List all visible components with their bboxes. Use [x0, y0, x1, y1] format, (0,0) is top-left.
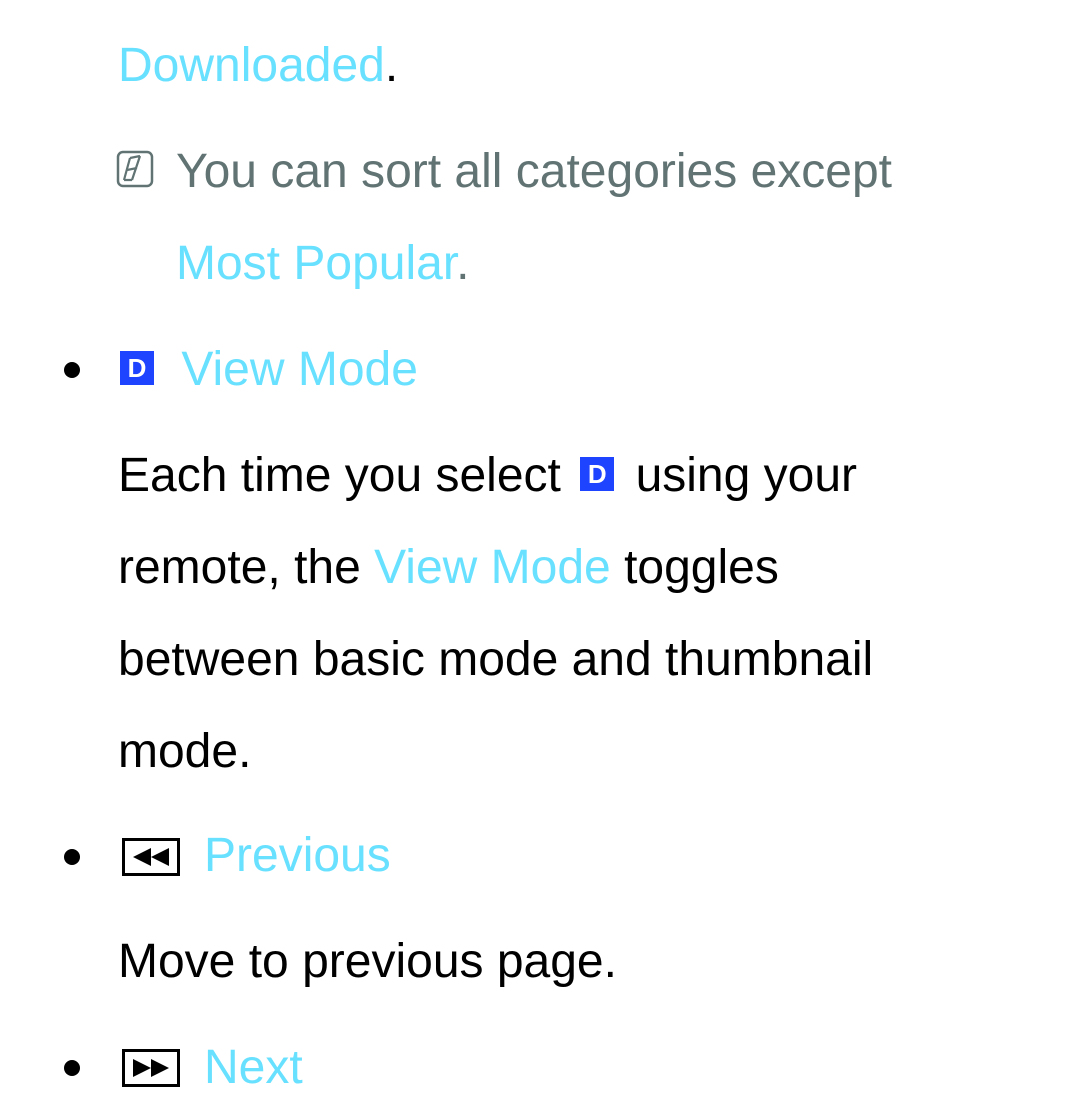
desc-text: remote, the	[118, 541, 361, 594]
bullet	[64, 849, 80, 865]
note-pencil-icon	[116, 150, 154, 188]
desc-text: toggles	[624, 541, 779, 594]
note-text: You can sort all categories except	[176, 145, 892, 198]
rewind-icon	[122, 838, 180, 876]
fast-forward-icon	[122, 1049, 180, 1087]
bullet	[64, 362, 80, 378]
view-mode-heading: D View Mode	[120, 340, 418, 400]
next-title[interactable]: Next	[204, 1038, 303, 1098]
desc-text: Each time you select	[118, 449, 561, 502]
view-mode-desc-line-2: remote, the View Mode toggles	[118, 538, 779, 598]
view-mode-desc-line-4: mode.	[118, 725, 252, 778]
d-button-icon: D	[120, 351, 154, 386]
desc-text: using your	[635, 449, 858, 502]
period: .	[384, 39, 399, 92]
downloaded-line: Downloaded.	[118, 36, 398, 96]
previous-title[interactable]: Previous	[204, 826, 391, 886]
downloaded-link[interactable]: Downloaded	[118, 39, 385, 92]
previous-description: Move to previous page.	[118, 935, 617, 988]
view-mode-title[interactable]: View Mode	[181, 343, 418, 396]
bullet	[64, 1060, 80, 1076]
view-mode-desc-line-1: Each time you select D using your	[118, 446, 857, 506]
most-popular-link[interactable]: Most Popular	[176, 237, 456, 290]
view-mode-desc-line-3: between basic mode and thumbnail	[118, 633, 874, 686]
period: .	[456, 237, 470, 290]
note-line-2: Most Popular.	[176, 234, 470, 294]
d-button-icon: D	[580, 457, 615, 492]
view-mode-link[interactable]: View Mode	[374, 541, 611, 594]
